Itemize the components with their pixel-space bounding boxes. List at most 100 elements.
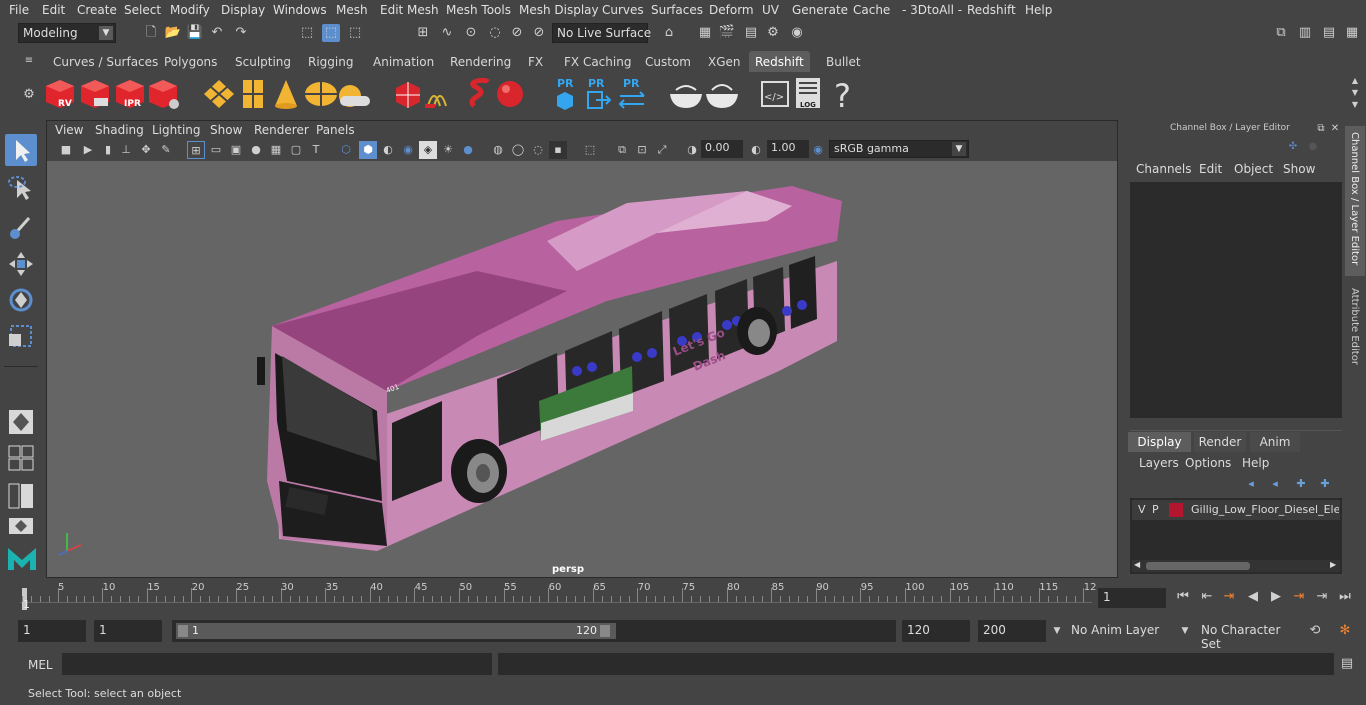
step-forward-frame-icon[interactable]: ⇥ bbox=[1290, 588, 1308, 606]
dome-light-icon[interactable] bbox=[305, 82, 337, 106]
scroll-right-icon[interactable]: ▶ bbox=[1330, 560, 1336, 569]
paint-select-tool-icon[interactable] bbox=[5, 210, 37, 242]
animation-start-field[interactable]: 1 bbox=[18, 620, 86, 642]
live-surface-field[interactable]: No Live Surface bbox=[552, 23, 651, 43]
auto-key-icon[interactable]: ⟲ bbox=[1306, 622, 1324, 640]
workspace-icon[interactable]: ⧉ bbox=[1272, 24, 1290, 42]
move-layer-down-icon[interactable]: ◂ bbox=[1266, 475, 1284, 493]
shelf-tab-animation[interactable]: Animation bbox=[367, 51, 440, 72]
side-tab-channel-box[interactable]: Channel Box / Layer Editor bbox=[1345, 126, 1365, 276]
layer-menu-help[interactable]: Help bbox=[1242, 456, 1269, 470]
anti-aliasing-icon[interactable]: ◯ bbox=[509, 141, 527, 159]
menu-surfaces[interactable]: Surfaces bbox=[651, 3, 703, 17]
exposure-field[interactable]: 0.00 bbox=[701, 140, 743, 158]
resolution-gate-icon[interactable]: ▣ bbox=[227, 141, 245, 159]
wireframe-on-shaded-icon[interactable]: ◐ bbox=[379, 141, 397, 159]
ipr-render-icon[interactable]: IPR bbox=[116, 80, 144, 109]
step-back-key-icon[interactable]: ⇤ bbox=[1198, 588, 1216, 606]
workspace-dropdown[interactable]: Modeling ▼ bbox=[18, 23, 116, 43]
camera-attributes-icon[interactable]: ▶ bbox=[79, 141, 97, 159]
xray-joints-icon[interactable]: ⧉ bbox=[613, 141, 631, 159]
menu-curves[interactable]: Curves bbox=[602, 3, 644, 17]
pr-cube-icon[interactable]: PR bbox=[557, 77, 574, 110]
shelf-menu-icon[interactable]: ≡ bbox=[20, 52, 38, 70]
viewport-menu-shading[interactable]: Shading bbox=[95, 123, 144, 137]
image-plane-icon[interactable]: ⊥ bbox=[117, 141, 135, 159]
layer-color-swatch[interactable] bbox=[1169, 503, 1183, 517]
timeline-track[interactable]: 1 5 10 15 20 25 30 35 40 45 50 55 60 65 70 75 80 85 90 95 1… bbox=[20, 580, 1097, 612]
shelf-tab-fx[interactable]: FX bbox=[522, 51, 549, 72]
gamma-icon[interactable]: ◐ bbox=[747, 141, 765, 159]
redo-icon[interactable]: ↷ bbox=[232, 24, 250, 42]
menu-edit-mesh[interactable]: Edit Mesh bbox=[380, 3, 439, 17]
xray-icon[interactable]: ⬚ bbox=[581, 141, 599, 159]
go-to-end-icon[interactable]: ⏭ bbox=[1336, 588, 1354, 606]
snap-point-icon[interactable]: ⊙ bbox=[462, 24, 480, 42]
shelf-menu-down-icon[interactable]: ▼ bbox=[1346, 96, 1364, 114]
proxy-grid-icon[interactable] bbox=[243, 80, 263, 108]
range-slider[interactable]: 1 120 bbox=[172, 620, 896, 642]
animation-end-field[interactable]: 200 bbox=[978, 620, 1046, 642]
menu-mesh-display[interactable]: Mesh Display bbox=[519, 3, 599, 17]
sphere-light-icon[interactable] bbox=[497, 81, 523, 107]
xray-components-icon[interactable]: ⊡ bbox=[633, 141, 651, 159]
film-gate-icon[interactable]: ▭ bbox=[207, 141, 225, 159]
frame-all-icon[interactable]: ⤢ bbox=[653, 141, 671, 159]
outliner-layout-icon[interactable] bbox=[7, 482, 35, 510]
curve-tool-icon[interactable] bbox=[469, 77, 490, 108]
volume-cube-icon[interactable] bbox=[396, 82, 420, 108]
material-bowl-2-icon[interactable] bbox=[706, 84, 738, 108]
single-perspective-layout-icon[interactable] bbox=[7, 408, 35, 436]
shelf-tab-custom[interactable]: Custom bbox=[639, 51, 697, 72]
bookmark-icon[interactable]: ▮ bbox=[99, 141, 117, 159]
sun-sky-icon[interactable] bbox=[339, 85, 370, 107]
channel-menu-channels[interactable]: Channels bbox=[1136, 162, 1192, 176]
light-cone-icon[interactable] bbox=[275, 80, 297, 109]
render-view-icon[interactable]: ▦ bbox=[696, 24, 714, 42]
select-hierarchy-icon[interactable]: ⬚ bbox=[298, 24, 316, 42]
menu-cache[interactable]: Cache bbox=[853, 3, 890, 17]
color-management-icon[interactable]: ◉ bbox=[809, 141, 827, 159]
menu-create[interactable]: Create bbox=[77, 3, 117, 17]
viewport-menu-view[interactable]: View bbox=[55, 123, 83, 137]
menu-windows[interactable]: Windows bbox=[273, 3, 327, 17]
anim-layer-dropdown[interactable]: No Anim Layer bbox=[1066, 620, 1170, 642]
menu-redshift[interactable]: Redshift bbox=[967, 3, 1016, 17]
step-forward-key-icon[interactable]: ⇥ bbox=[1313, 588, 1331, 606]
select-tool-button[interactable] bbox=[5, 134, 37, 166]
layer-menu-options[interactable]: Options bbox=[1185, 456, 1231, 470]
range-end-grip[interactable] bbox=[600, 625, 610, 637]
script-editor-icon[interactable]: </> bbox=[761, 81, 789, 107]
render-settings-icon[interactable]: ⚙ bbox=[764, 24, 782, 42]
hair-icon[interactable] bbox=[425, 95, 447, 108]
gamma-field[interactable]: 1.00 bbox=[767, 140, 809, 158]
shadows-icon[interactable]: ☀ bbox=[439, 141, 457, 159]
toggle-modeling-toolkit-icon[interactable]: ▥ bbox=[1296, 24, 1314, 42]
side-tab-attribute-editor[interactable]: Attribute Editor bbox=[1345, 282, 1365, 372]
menu-modify[interactable]: Modify bbox=[170, 3, 210, 17]
snap-surface-icon[interactable]: ⊘ bbox=[508, 24, 526, 42]
play-forwards-icon[interactable]: ▶ bbox=[1267, 588, 1285, 606]
step-back-frame-icon[interactable]: ⇥ bbox=[1220, 588, 1238, 606]
playback-end-field[interactable]: 120 bbox=[902, 620, 970, 642]
character-set-dropdown[interactable]: No Character Set bbox=[1196, 620, 1300, 651]
menu-file[interactable]: File bbox=[9, 3, 29, 17]
menu-display[interactable]: Display bbox=[221, 3, 265, 17]
safe-action-icon[interactable]: ▢ bbox=[287, 141, 305, 159]
render-clapboard-icon[interactable] bbox=[81, 80, 109, 108]
current-frame-field[interactable]: 1 bbox=[1098, 588, 1166, 608]
pr-swap-icon[interactable]: PR bbox=[618, 77, 645, 109]
snap-curve-icon[interactable]: ∿ bbox=[438, 24, 456, 42]
range-slider-handle[interactable]: 1 120 bbox=[176, 623, 616, 639]
chevron-down-icon[interactable]: ▼ bbox=[1176, 622, 1194, 640]
new-layer-selected-icon[interactable]: ✚ bbox=[1316, 475, 1334, 493]
play-backwards-icon[interactable]: ◀ bbox=[1244, 588, 1262, 606]
scroll-thumb[interactable] bbox=[1146, 562, 1250, 570]
safe-title-icon[interactable]: T bbox=[307, 141, 325, 159]
layer-tab-display[interactable]: Display bbox=[1128, 432, 1191, 452]
viewport-menu-show[interactable]: Show bbox=[210, 123, 242, 137]
render-settings-gear-icon[interactable] bbox=[149, 80, 179, 109]
channel-box-settings-icon[interactable]: ● bbox=[1304, 138, 1322, 156]
shelf-tab-bullet[interactable]: Bullet bbox=[820, 51, 867, 72]
undo-icon[interactable]: ↶ bbox=[208, 24, 226, 42]
